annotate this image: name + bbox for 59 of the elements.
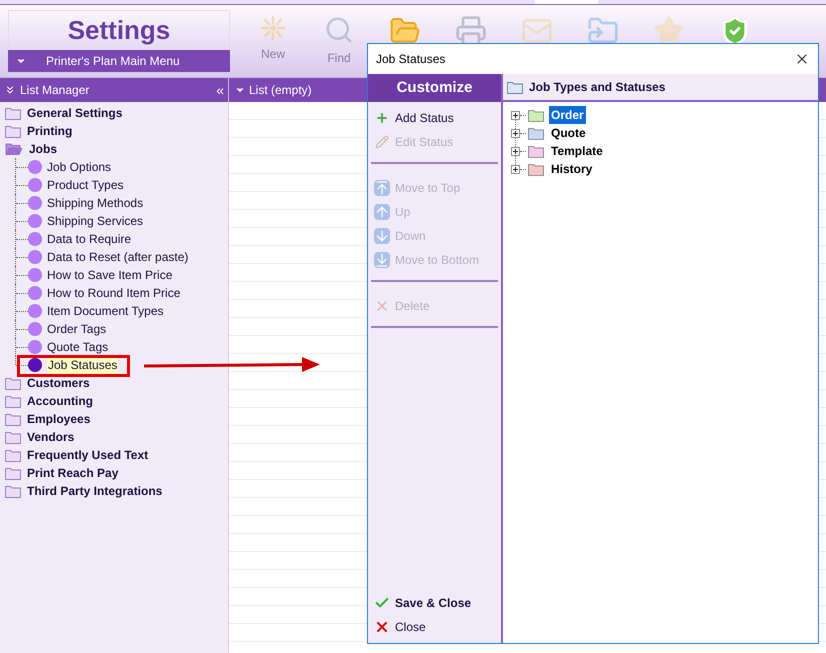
customize-header: Customize bbox=[368, 74, 501, 102]
folder-icon bbox=[5, 124, 21, 138]
tree-folder-item[interactable]: Frequently Used Text bbox=[5, 446, 228, 464]
dropdown-icon bbox=[16, 56, 26, 66]
tree-item[interactable]: Order Tags bbox=[28, 320, 106, 338]
dropdown-icon bbox=[235, 85, 245, 95]
tree-item[interactable]: Job Options bbox=[28, 158, 112, 176]
tree-header: Job Types and Statuses bbox=[503, 74, 818, 102]
expand-icon[interactable] bbox=[511, 146, 520, 156]
main-menu-button[interactable]: Printer's Plan Main Menu bbox=[8, 50, 230, 72]
arrow-down-icon bbox=[374, 228, 390, 244]
search-icon bbox=[324, 15, 354, 45]
panel-title: List Manager bbox=[20, 82, 90, 99]
tree-folder-item[interactable]: Customers bbox=[5, 374, 228, 392]
app-title: Settings bbox=[8, 10, 230, 50]
tree-item[interactable]: How to Save Item Price bbox=[28, 266, 172, 284]
arrow-up-icon bbox=[374, 204, 390, 220]
tree-folder-item[interactable]: Print Reach Pay bbox=[5, 464, 228, 482]
tree-item[interactable]: Quote Tags bbox=[28, 338, 108, 356]
dialog-title: Job Statuses bbox=[376, 51, 446, 68]
double-chevron-icon bbox=[4, 84, 16, 96]
tree-item[interactable]: Item Document Types bbox=[28, 302, 164, 320]
folder-icon bbox=[5, 448, 21, 462]
tree-folder-item[interactable]: Accounting bbox=[5, 392, 228, 410]
action-button[interactable]: Save & Close bbox=[371, 591, 498, 615]
tree-folder-item[interactable]: Employees bbox=[5, 410, 228, 428]
folder-icon bbox=[5, 430, 21, 444]
tree-folder-item[interactable]: Printing bbox=[5, 122, 228, 140]
sparkle-icon bbox=[260, 15, 286, 41]
status-tree-item[interactable]: Quote bbox=[528, 124, 588, 142]
expand-icon[interactable] bbox=[511, 128, 520, 138]
folder-icon bbox=[5, 376, 21, 390]
tree-item[interactable]: How to Round Item Price bbox=[28, 284, 180, 302]
action-button[interactable]: Close bbox=[371, 615, 498, 639]
folder-icon bbox=[5, 484, 21, 498]
tree-item[interactable]: Product Types bbox=[28, 176, 124, 194]
tree-folder-item[interactable]: General Settings bbox=[5, 104, 228, 122]
plus-icon bbox=[375, 111, 389, 125]
open-folder-icon bbox=[5, 142, 23, 156]
collapse-button[interactable]: « bbox=[216, 83, 224, 97]
tree-folder-item[interactable]: Third Party Integrations bbox=[5, 482, 228, 500]
pencil-icon bbox=[375, 135, 389, 149]
tree-folder-item[interactable]: Vendors bbox=[5, 428, 228, 446]
expand-icon[interactable] bbox=[511, 164, 520, 174]
tree-item[interactable]: Shipping Methods bbox=[28, 194, 144, 212]
action-button[interactable]: Add Status bbox=[371, 106, 498, 130]
folder-icon bbox=[5, 394, 21, 408]
panel-title: List (empty) bbox=[249, 82, 312, 99]
expand-icon[interactable] bbox=[511, 110, 520, 120]
status-tree-item[interactable]: History bbox=[528, 160, 594, 178]
tree-item[interactable]: Shipping Services bbox=[28, 212, 144, 230]
folder-icon bbox=[5, 466, 21, 480]
folder-icon bbox=[5, 412, 21, 426]
status-tree-item[interactable]: Template bbox=[528, 142, 605, 160]
tree-folder-item[interactable]: Jobs bbox=[5, 140, 228, 158]
tree-item[interactable]: Data to Require bbox=[28, 230, 132, 248]
tree-item[interactable]: Data to Reset (after paste) bbox=[28, 248, 188, 266]
folder-icon bbox=[5, 106, 21, 120]
folder-icon bbox=[507, 80, 523, 94]
